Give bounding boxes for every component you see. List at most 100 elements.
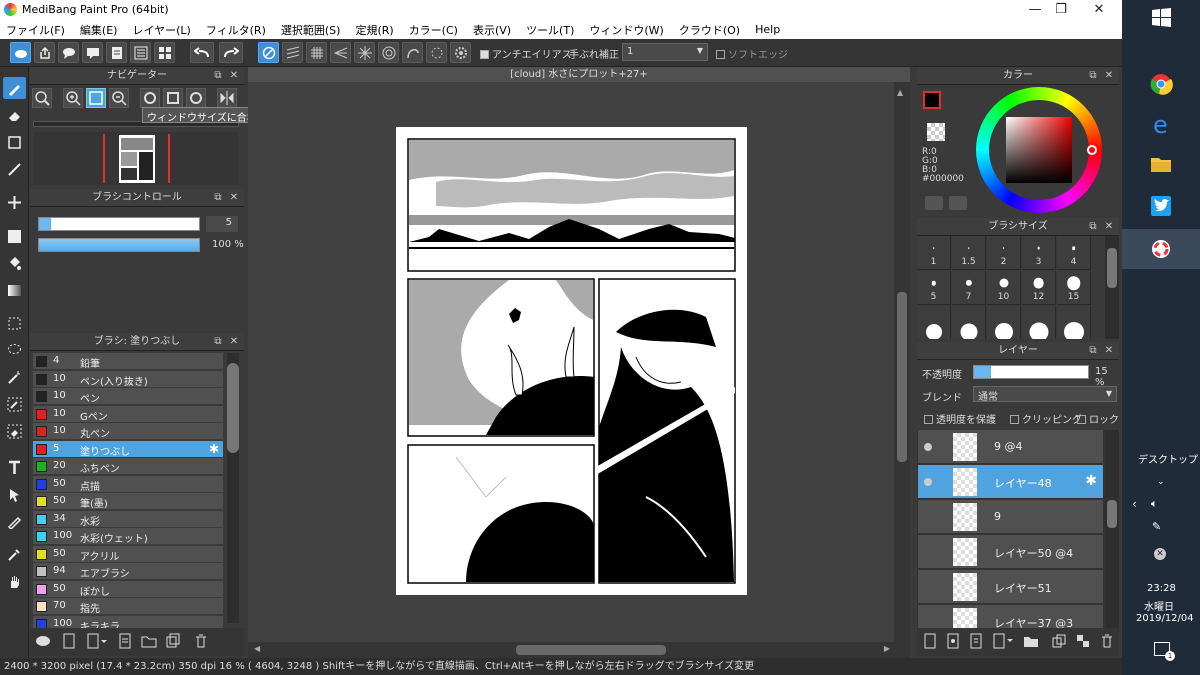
bucket-tool-icon[interactable] xyxy=(3,252,26,274)
cloud-brush-icon[interactable] xyxy=(34,632,54,652)
brush-size-option[interactable]: 2 xyxy=(987,236,1021,270)
layer-row[interactable]: レイヤー37 @3 xyxy=(918,605,1103,628)
add-brush-dropdown-icon[interactable] xyxy=(86,632,112,652)
close-button[interactable]: ✕ xyxy=(1076,0,1122,20)
merge-layer-icon[interactable] xyxy=(1075,633,1093,651)
layer-row[interactable]: 9 @4 xyxy=(918,430,1103,464)
menu-help[interactable]: Help xyxy=(755,23,780,36)
brush-size-option[interactable]: 3 xyxy=(1022,236,1056,270)
menu-view[interactable]: 表示(V) xyxy=(473,22,511,38)
new-layer-icon[interactable] xyxy=(922,633,940,651)
popout-icon[interactable]: ⧉ xyxy=(1087,218,1099,236)
panel-divide-tool-icon[interactable] xyxy=(3,510,26,532)
brush-size-slider[interactable] xyxy=(38,217,200,231)
menu-ruler[interactable]: 定規(R) xyxy=(355,22,393,38)
desktop-label[interactable]: デスクトップ xyxy=(1138,451,1198,466)
close-icon[interactable]: ✕ xyxy=(228,189,240,207)
parallel-snap-icon[interactable] xyxy=(282,42,303,63)
visibility-eye-icon[interactable] xyxy=(924,443,932,451)
popout-icon[interactable]: ⧉ xyxy=(212,333,224,351)
chevron-left-icon[interactable]: ‹ xyxy=(1132,497,1137,511)
select-eraser-tool-icon[interactable] xyxy=(3,420,26,442)
ellipse-snap-icon[interactable] xyxy=(426,42,447,63)
brush-tool-icon[interactable] xyxy=(3,77,26,99)
popout-icon[interactable]: ⧉ xyxy=(212,67,224,85)
brush-size-option[interactable]: 4 xyxy=(1057,236,1091,270)
brush-item[interactable]: 5 塗りつぶし ✱ xyxy=(33,440,223,458)
popout-icon[interactable]: ⧉ xyxy=(1087,67,1099,85)
hand-tool-icon[interactable] xyxy=(3,570,26,592)
delete-brush-icon[interactable] xyxy=(192,632,212,652)
palette-icon[interactable] xyxy=(925,196,943,210)
blend-mode-dropdown[interactable]: 通常 ▼ xyxy=(973,386,1117,403)
brush-size-option[interactable]: 5 xyxy=(917,271,951,305)
list-icon[interactable] xyxy=(130,42,151,63)
layer-opacity-slider[interactable] xyxy=(973,365,1089,379)
no-snap-icon[interactable] xyxy=(258,42,279,63)
brush-item[interactable]: 50 アクリル xyxy=(33,545,223,563)
menu-window[interactable]: ウィンドウ(W) xyxy=(589,22,663,38)
rotate-left-icon[interactable] xyxy=(140,88,160,108)
export-icon[interactable] xyxy=(34,42,55,63)
brush-size-option[interactable] xyxy=(1022,306,1056,339)
popout-icon[interactable]: ⧉ xyxy=(1087,342,1099,360)
eraser-tool-icon[interactable] xyxy=(3,104,26,126)
saturation-value-square[interactable] xyxy=(1006,117,1072,183)
visibility-eye-icon[interactable] xyxy=(924,478,932,486)
lock-checkbox[interactable]: ロック xyxy=(1077,411,1119,426)
close-icon[interactable]: ✕ xyxy=(1103,218,1115,236)
stabilizer-dropdown[interactable]: 1 ▼ xyxy=(622,43,708,61)
dot-tool-icon[interactable] xyxy=(3,131,26,153)
medibang-taskbar-item[interactable] xyxy=(1122,229,1200,269)
zoom-out-icon[interactable] xyxy=(109,88,129,108)
select-tool-icon[interactable] xyxy=(3,312,26,334)
brush-item[interactable]: 10 丸ペン xyxy=(33,423,223,440)
clock-weekday[interactable]: 水曜日 xyxy=(1144,598,1174,613)
speech-icon[interactable] xyxy=(82,42,103,63)
undo-icon[interactable] xyxy=(190,42,214,63)
brush-size-value[interactable]: 5 xyxy=(206,216,238,232)
page-icon[interactable] xyxy=(106,42,127,63)
menu-cloud[interactable]: クラウド(O) xyxy=(679,22,740,38)
eyedropper-tool-icon[interactable] xyxy=(3,543,26,565)
curve-snap-icon[interactable] xyxy=(402,42,423,63)
close-circle-icon[interactable]: ✕ xyxy=(1154,548,1166,560)
close-icon[interactable]: ✕ xyxy=(1103,342,1115,360)
transparent-swatch[interactable] xyxy=(927,123,945,141)
popout-icon[interactable]: ⧉ xyxy=(212,189,224,207)
speaker-icon[interactable]: 🔈︎ xyxy=(1151,497,1158,511)
menu-filter[interactable]: フィルタ(R) xyxy=(206,22,266,38)
soft-edge-toggle[interactable]: ソフトエッジ xyxy=(716,46,788,61)
brush-item[interactable]: 10 ペン xyxy=(33,388,223,405)
vanish-snap-icon[interactable] xyxy=(330,42,351,63)
file-explorer-icon[interactable] xyxy=(1141,144,1181,184)
brush-item[interactable]: 10 Gペン xyxy=(33,405,223,423)
shape-tool-icon[interactable] xyxy=(3,225,26,247)
operation-tool-icon[interactable] xyxy=(3,483,26,505)
close-icon[interactable]: ✕ xyxy=(228,67,240,85)
radial-snap-icon[interactable] xyxy=(354,42,375,63)
brush-opacity-slider[interactable] xyxy=(38,238,200,252)
antialias-toggle[interactable]: アンチエイリアス xyxy=(480,46,572,61)
brush-size-option[interactable]: 1.5 xyxy=(952,236,986,270)
menu-tool[interactable]: ツール(T) xyxy=(526,22,574,38)
redo-icon[interactable] xyxy=(219,42,243,63)
brush-size-option[interactable] xyxy=(987,306,1021,339)
clipping-checkbox[interactable]: クリッピング xyxy=(1010,411,1082,426)
document-tab[interactable]: [cloud] 水さにプロット+27+ xyxy=(248,67,910,82)
brush-item[interactable]: 50 筆(墨) xyxy=(33,493,223,510)
brush-item[interactable]: 20 ふちペン xyxy=(33,458,223,475)
text-tool-icon[interactable] xyxy=(3,456,26,478)
brush-item[interactable]: 50 点描 xyxy=(33,475,223,493)
brush-item[interactable]: 100 キラキラ xyxy=(33,615,223,628)
delete-layer-icon[interactable] xyxy=(1099,633,1117,651)
layer-row[interactable]: 9 xyxy=(918,500,1103,534)
color-picker-icon[interactable] xyxy=(949,196,967,210)
primary-color-swatch[interactable] xyxy=(923,91,941,109)
edge-icon[interactable]: e xyxy=(1141,104,1181,144)
rotate-reset-icon[interactable] xyxy=(163,88,183,108)
canvas-vertical-scrollbar[interactable]: ▲ xyxy=(894,82,910,642)
add-layer-dropdown-icon[interactable] xyxy=(991,633,1019,651)
brush-item[interactable]: 4 鉛筆 xyxy=(33,353,223,370)
manga-page[interactable] xyxy=(396,127,747,595)
